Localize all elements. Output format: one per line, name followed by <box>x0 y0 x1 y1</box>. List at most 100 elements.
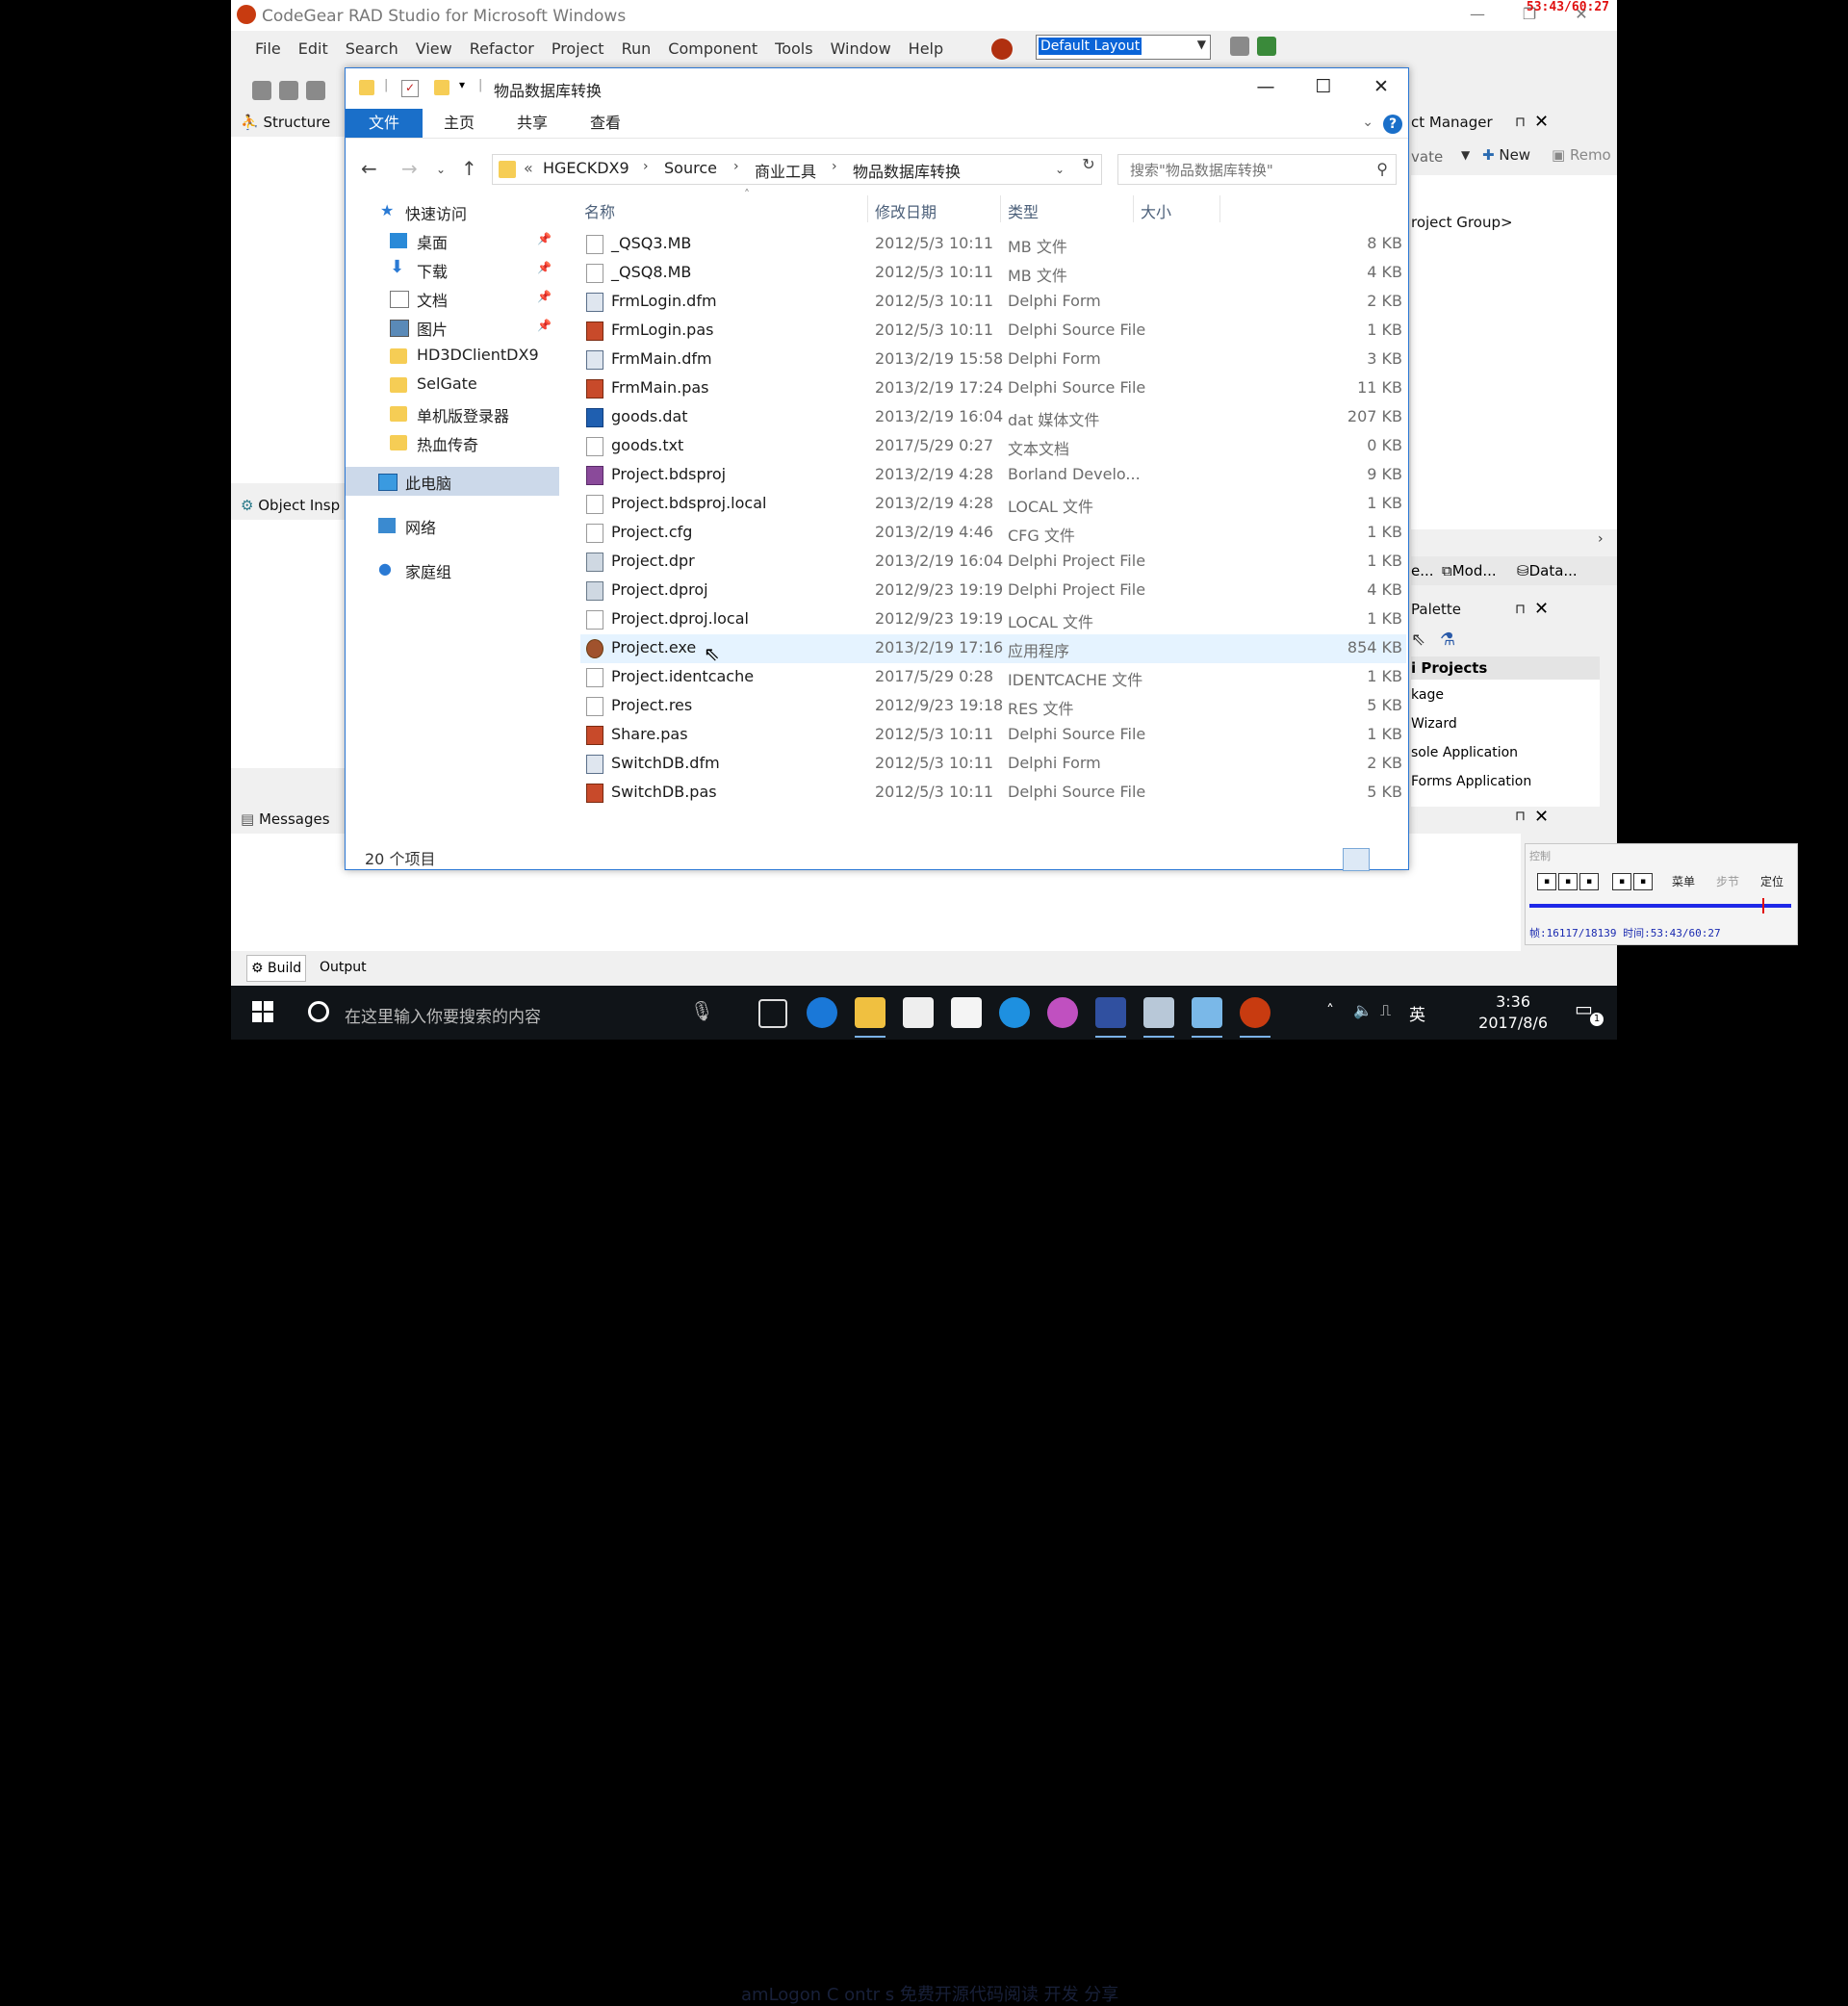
menu-component[interactable]: Component <box>659 36 766 63</box>
chevron-right-icon[interactable]: › <box>733 159 739 174</box>
tray-expand-icon[interactable]: ˄ <box>1326 1001 1334 1019</box>
new-folder-icon[interactable] <box>434 80 449 95</box>
file-row[interactable]: Project.identcache 2017/5/29 0:28 IDENTCAC… <box>580 663 1406 692</box>
close-icon[interactable]: ✕ <box>1352 68 1410 107</box>
player-btn-icon[interactable]: ▪ <box>1537 873 1556 890</box>
menu-run[interactable]: Run <box>613 36 660 63</box>
file-explorer-icon[interactable] <box>855 997 886 1038</box>
network-tray-icon[interactable]: ⎍ <box>1380 1001 1391 1020</box>
build-tab[interactable]: ⚙ Build <box>246 955 307 982</box>
chevron-down-icon[interactable]: ▼ <box>1461 148 1470 162</box>
nav-quick-access[interactable]: ★ 快速访问 <box>346 197 559 226</box>
file-row[interactable]: FrmMain.pas 2013/2/19 17:24 Delphi Source … <box>580 374 1406 403</box>
search-input[interactable] <box>1118 155 1373 186</box>
player-locate-button[interactable]: 定位 <box>1760 873 1784 889</box>
scroll-right-icon[interactable]: › <box>1598 531 1604 547</box>
palette-scrollbar[interactable] <box>1600 656 1615 807</box>
file-row[interactable]: FrmMain.dfm 2013/2/19 15:58 Delphi Form 3 K… <box>580 346 1406 374</box>
structure-panel-header[interactable]: ⛹ Structure <box>241 110 341 135</box>
tab-home[interactable]: 主页 <box>423 109 496 138</box>
nav-desktop[interactable]: 桌面 📌 <box>346 226 559 255</box>
filter-icon[interactable]: ⚗ <box>1440 630 1455 650</box>
nav-pictures[interactable]: 图片 📌 <box>346 313 559 342</box>
close-panel-icon[interactable]: ✕ <box>1534 807 1549 827</box>
column-name[interactable]: 名称 <box>584 199 615 222</box>
file-row[interactable]: Project.bdsproj.local 2013/2/19 4:28 LOCAL… <box>580 490 1406 519</box>
file-row[interactable]: Project.dproj.local 2012/9/23 19:19 LOCAL … <box>580 605 1406 634</box>
taskbar-clock[interactable]: 3:36 2017/8/6 <box>1478 991 1548 1034</box>
file-row[interactable]: SwitchDB.pas 2012/5/3 10:11 Delphi Source … <box>580 779 1406 808</box>
app-icon[interactable] <box>1095 997 1126 1038</box>
set-debug-desktop-icon[interactable] <box>1257 37 1276 56</box>
pin-icon[interactable]: 📌 <box>537 261 552 274</box>
file-row[interactable]: FrmLogin.dfm 2012/5/3 10:11 Delphi Form 2 K… <box>580 288 1406 317</box>
column-divider[interactable] <box>1219 195 1220 222</box>
activate-button[interactable]: vate <box>1411 148 1443 166</box>
app-icon[interactable] <box>1192 997 1222 1038</box>
layout-combo[interactable]: Default Layout ▼ <box>1036 35 1211 60</box>
up-arrow-icon[interactable]: ↑ <box>461 157 477 180</box>
column-divider[interactable] <box>867 195 868 222</box>
player-btn-icon[interactable]: ▪ <box>1558 873 1578 890</box>
help-icon[interactable]: ? <box>1383 115 1402 134</box>
breadcrumb-item[interactable]: HGECKDX9 <box>543 159 629 177</box>
app-icon[interactable] <box>1143 997 1174 1038</box>
column-divider[interactable] <box>1000 195 1001 222</box>
edge-icon[interactable] <box>807 997 837 1028</box>
nav-homegroup[interactable]: ● 家庭组 <box>346 555 559 584</box>
tab-share[interactable]: 共享 <box>496 109 569 138</box>
menu-refactor[interactable]: Refactor <box>461 36 543 63</box>
helmet-icon[interactable] <box>991 39 1013 60</box>
taskbar-search[interactable]: 在这里输入你要搜索的内容 🎙 <box>291 986 733 1040</box>
cortana-icon[interactable] <box>308 1001 329 1022</box>
address-bar[interactable]: « HGECKDX9 › Source › 商业工具 › 物品数据库转换 ⌄ <box>492 154 1102 185</box>
player-progress-thumb[interactable] <box>1762 898 1765 913</box>
file-row[interactable]: Share.pas 2012/5/3 10:11 Delphi Source Fil… <box>580 721 1406 750</box>
breadcrumb-item[interactable]: Source <box>664 159 717 177</box>
player-btn-icon[interactable]: ▪ <box>1579 873 1599 890</box>
breadcrumb-item[interactable]: 商业工具 <box>755 159 816 182</box>
mail-icon[interactable] <box>951 997 982 1028</box>
palette-item[interactable]: kage <box>1411 687 1444 703</box>
search-icon[interactable]: ⚲ <box>1376 160 1388 178</box>
player-btn-icon[interactable]: ▪ <box>1612 873 1631 890</box>
menu-search[interactable]: Search <box>337 36 407 63</box>
save-all-icon[interactable] <box>306 81 325 100</box>
nav-folder[interactable]: SelGate <box>346 371 559 399</box>
file-row[interactable]: goods.dat 2013/2/19 16:04 dat 媒体文件 207 KB <box>580 403 1406 432</box>
microphone-icon[interactable]: 🎙 <box>690 999 714 1022</box>
file-row[interactable]: FrmLogin.pas 2012/5/3 10:11 Delphi Source … <box>580 317 1406 346</box>
minimize-icon[interactable]: — <box>1237 68 1295 107</box>
column-size[interactable]: 大小 <box>1141 199 1171 222</box>
breadcrumb-overflow[interactable]: « <box>524 159 533 177</box>
file-row[interactable]: goods.txt 2017/5/29 0:27 文本文档 0 KB <box>580 432 1406 461</box>
new-project-button[interactable]: ✚ New <box>1482 146 1530 164</box>
nav-network[interactable]: 网络 <box>346 511 559 540</box>
close-panel-icon[interactable]: ✕ <box>1534 597 1549 622</box>
output-tab[interactable]: Output <box>316 955 371 980</box>
customize-qat-icon[interactable]: ▾ <box>459 78 465 91</box>
project-group-node[interactable]: roject Group> <box>1411 214 1513 231</box>
file-row[interactable]: Project.res 2012/9/23 19:18 RES 文件 5 KB <box>580 692 1406 721</box>
column-divider[interactable] <box>1133 195 1134 222</box>
nav-this-pc[interactable]: 此电脑 <box>346 467 559 496</box>
file-row[interactable]: _QSQ3.MB 2012/5/3 10:11 MB 文件 8 KB <box>580 230 1406 259</box>
pin-icon[interactable]: ⊓ <box>1515 597 1526 622</box>
nav-folder[interactable]: HD3DClientDX9 <box>346 342 559 371</box>
minimize-icon[interactable]: — <box>1455 0 1500 31</box>
ime-indicator[interactable]: 英 <box>1409 1001 1425 1025</box>
model-view-tab[interactable]: ⧉Mod... <box>1442 556 1497 585</box>
file-row[interactable]: _QSQ8.MB 2012/5/3 10:11 MB 文件 4 KB <box>580 259 1406 288</box>
chevron-right-icon[interactable]: › <box>643 159 649 174</box>
action-center-icon[interactable]: ▭ 1 <box>1575 997 1604 1026</box>
rad-studio-icon[interactable] <box>1240 997 1270 1038</box>
file-row[interactable]: Project.bdsproj 2013/2/19 4:28 Borland Dev… <box>580 461 1406 490</box>
save-desktop-icon[interactable] <box>1230 37 1249 56</box>
menu-project[interactable]: Project <box>543 36 613 63</box>
menu-edit[interactable]: Edit <box>290 36 337 63</box>
side-tab-0[interactable]: e... <box>1411 556 1434 585</box>
player-progress-track[interactable] <box>1529 898 1791 913</box>
player-btn-icon[interactable]: ▪ <box>1633 873 1653 890</box>
windows-start-icon[interactable] <box>252 1001 273 1022</box>
breadcrumb-item[interactable]: 物品数据库转换 <box>853 159 961 182</box>
